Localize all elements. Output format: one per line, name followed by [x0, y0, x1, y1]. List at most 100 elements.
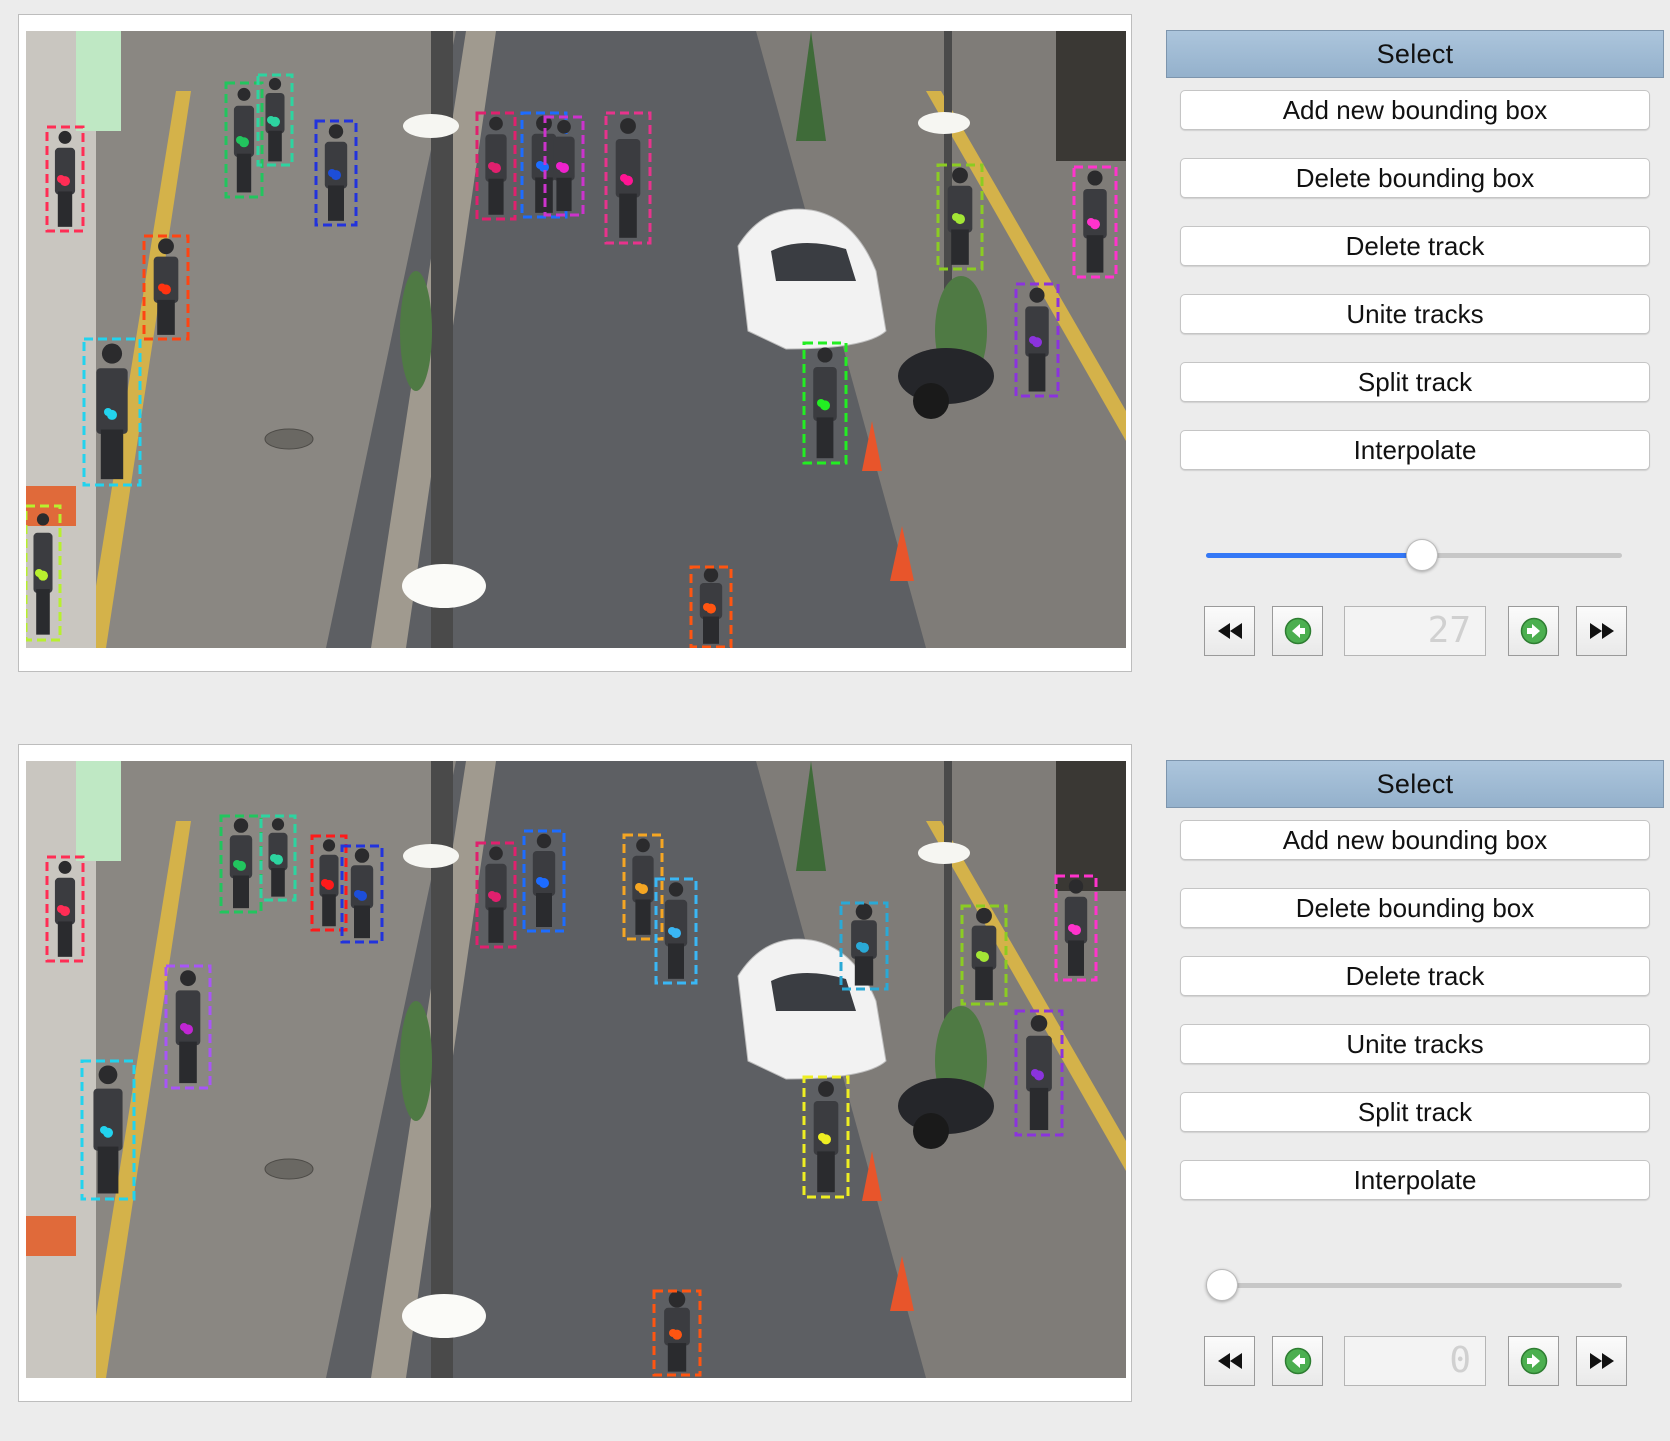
person-head: [1029, 287, 1045, 303]
annotation-panel-2: Select Add new bounding box Delete bound…: [0, 730, 1670, 1441]
track-marker: [488, 162, 496, 170]
person-body: [229, 835, 253, 879]
person-head: [1087, 170, 1103, 186]
last-frame-button[interactable]: [1576, 606, 1627, 656]
track-marker: [620, 174, 628, 182]
person-body: [851, 920, 877, 959]
video-frame-container: [18, 744, 1132, 1402]
delete-bounding-box-button[interactable]: Delete bounding box: [1180, 158, 1650, 198]
person-body: [268, 832, 288, 871]
person-legs: [354, 905, 370, 939]
person-body: [813, 1101, 839, 1155]
person-legs: [233, 875, 249, 909]
delete-track-button[interactable]: Delete track: [1180, 226, 1650, 266]
first-frame-button[interactable]: [1204, 1336, 1255, 1386]
person-head: [101, 343, 123, 364]
split-track-button[interactable]: Split track: [1180, 1092, 1650, 1132]
person-head: [976, 907, 992, 924]
person-body: [175, 990, 201, 1046]
orange-mat: [26, 1216, 76, 1256]
unite-tracks-button[interactable]: Unite tracks: [1180, 294, 1650, 334]
person-head: [818, 1081, 834, 1097]
motorcycle-wheel: [913, 383, 949, 419]
right-storefront: [1056, 761, 1126, 891]
frame-slider[interactable]: [1206, 538, 1622, 574]
person-body: [54, 147, 76, 195]
previous-frame-button[interactable]: [1272, 606, 1323, 656]
track-marker: [321, 879, 329, 887]
arrow-left-icon: [1284, 1347, 1311, 1375]
arrow-right-icon: [1520, 1347, 1547, 1375]
person-head: [536, 833, 552, 849]
track-marker: [180, 1023, 188, 1031]
track-marker: [1087, 218, 1095, 226]
person-body: [1026, 1035, 1052, 1092]
person-body: [664, 899, 688, 947]
split-track-button[interactable]: Split track: [1180, 362, 1650, 402]
person-head: [952, 167, 968, 184]
track-marker: [35, 569, 43, 577]
delete-track-button[interactable]: Delete track: [1180, 956, 1650, 996]
person-head: [180, 970, 196, 987]
person-head: [557, 119, 571, 134]
previous-frame-button[interactable]: [1272, 1336, 1323, 1386]
person-body: [813, 367, 837, 421]
person-body: [265, 93, 285, 134]
frame-navigation: 0: [1166, 1336, 1664, 1386]
person-head: [855, 903, 873, 920]
person-legs: [1068, 940, 1084, 976]
frame-number-field[interactable]: 0: [1344, 1336, 1486, 1386]
store-sign: [76, 761, 121, 861]
track-marker: [100, 1126, 108, 1134]
video-frame[interactable]: [26, 31, 1126, 648]
track-marker: [976, 951, 984, 959]
interpolate-button[interactable]: Interpolate: [1180, 430, 1650, 470]
track-marker: [856, 942, 864, 950]
delete-bounding-box-button[interactable]: Delete bounding box: [1180, 888, 1650, 928]
unite-tracks-button[interactable]: Unite tracks: [1180, 1024, 1650, 1064]
track-marker: [668, 927, 676, 935]
track-marker: [158, 283, 166, 292]
last-frame-button[interactable]: [1576, 1336, 1627, 1386]
next-frame-button[interactable]: [1508, 606, 1559, 656]
person-legs: [57, 921, 73, 957]
frame-slider[interactable]: [1206, 1268, 1622, 1304]
arrow-right-icon: [1520, 617, 1547, 645]
slider-knob[interactable]: [1206, 1269, 1238, 1301]
lamp-light: [403, 844, 459, 868]
person-body: [485, 134, 507, 182]
person-body: [93, 1088, 123, 1151]
person-legs: [100, 429, 124, 480]
interpolate-button[interactable]: Interpolate: [1180, 1160, 1650, 1200]
select-tool-button[interactable]: Select: [1166, 760, 1664, 808]
track-marker: [635, 883, 643, 891]
arrow-left-icon: [1284, 617, 1311, 645]
add-bounding-box-button[interactable]: Add new bounding box: [1180, 90, 1650, 130]
track-marker: [703, 603, 711, 611]
person-head: [1068, 879, 1084, 894]
track-marker: [57, 905, 65, 913]
person-head: [98, 1065, 118, 1085]
select-tool-button[interactable]: Select: [1166, 30, 1664, 78]
track-marker: [57, 175, 65, 183]
video-frame[interactable]: [26, 761, 1126, 1378]
person-head: [668, 1291, 686, 1308]
person-legs: [635, 899, 651, 935]
person-body: [1083, 189, 1107, 239]
person-head: [354, 848, 370, 863]
person-legs: [951, 229, 969, 265]
person-legs: [817, 1151, 835, 1193]
person-body: [532, 851, 556, 896]
lamp-light: [918, 112, 970, 134]
next-frame-button[interactable]: [1508, 1336, 1559, 1386]
first-frame-button[interactable]: [1204, 606, 1255, 656]
frame-number-field[interactable]: 27: [1344, 606, 1486, 656]
person-legs: [97, 1146, 119, 1194]
slider-knob[interactable]: [1406, 539, 1439, 571]
person-body: [971, 925, 997, 970]
person-head: [817, 347, 833, 363]
person-head: [620, 118, 636, 134]
add-bounding-box-button[interactable]: Add new bounding box: [1180, 820, 1650, 860]
person-head: [36, 513, 50, 526]
lamp-light: [403, 114, 459, 138]
